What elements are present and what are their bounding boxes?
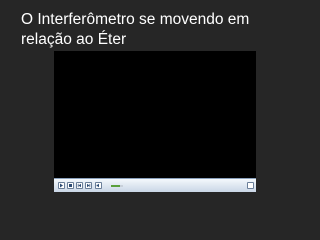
stop-icon	[69, 184, 72, 187]
next-icon	[87, 183, 91, 188]
control-bar	[54, 178, 256, 192]
slide-title: O Interferômetro se movendo em relação a…	[21, 11, 250, 48]
previous-button[interactable]	[76, 182, 83, 189]
fullscreen-button[interactable]	[247, 182, 254, 189]
stop-button[interactable]	[67, 182, 74, 189]
video-area[interactable]	[54, 51, 256, 178]
media-player	[54, 51, 256, 192]
mute-icon	[96, 183, 99, 188]
mute-button[interactable]	[95, 182, 102, 189]
volume-slider[interactable]	[111, 185, 123, 187]
volume-level	[111, 185, 120, 187]
play-icon	[60, 183, 63, 188]
next-button[interactable]	[85, 182, 92, 189]
previous-icon	[77, 183, 81, 188]
play-button[interactable]	[58, 182, 65, 189]
